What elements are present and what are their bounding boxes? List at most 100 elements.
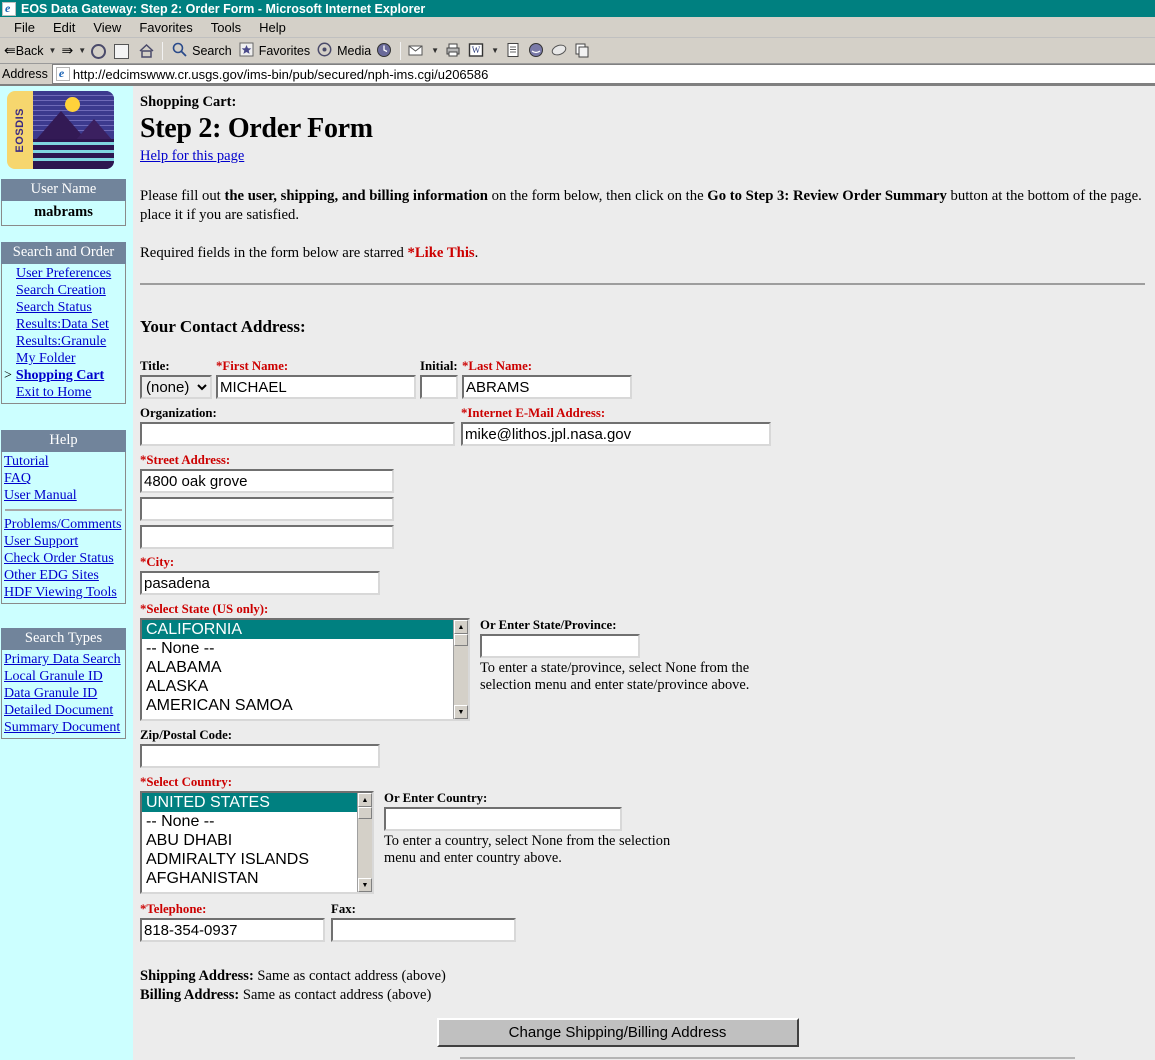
intro-bold-1: the user, shipping, and billing informat…: [224, 188, 488, 204]
help-for-this-page-link[interactable]: Help for this page: [140, 148, 244, 164]
sidebar-item-tutorial[interactable]: Tutorial: [2, 453, 125, 470]
sidebar-item-user-preferences[interactable]: User Preferences: [2, 265, 125, 282]
print-icon[interactable]: [444, 41, 463, 60]
scroll-up-icon[interactable]: ▲: [358, 793, 372, 807]
state-listbox[interactable]: CALIFORNIA -- None -- ALABAMA ALASKA AME…: [140, 618, 470, 721]
state-text-input[interactable]: [480, 634, 640, 658]
street-input-line-2[interactable]: [140, 497, 394, 521]
change-shipping-billing-address-button[interactable]: Change Shipping/Billing Address: [436, 1018, 799, 1047]
state-option-alaska[interactable]: ALASKA: [142, 677, 453, 696]
sidebar-item-problems-comments[interactable]: Problems/Comments: [2, 516, 125, 533]
first-name-input[interactable]: [216, 375, 416, 399]
search-and-order-header: Search and Order: [1, 242, 126, 264]
menu-item-view[interactable]: View: [84, 19, 130, 36]
country-listbox-scrollbar[interactable]: ▲ ▼: [357, 793, 372, 892]
address-input[interactable]: http://edcimswww.cr.usgs.gov/ims-bin/pub…: [51, 64, 1155, 84]
media-button[interactable]: Media: [312, 41, 373, 60]
sidebar-item-hdf-viewing-tools[interactable]: HDF Viewing Tools: [2, 584, 125, 601]
required-note-suffix: .: [474, 245, 479, 261]
country-option-admiralty-islands[interactable]: ADMIRALTY ISLANDS: [142, 850, 357, 869]
favorites-button[interactable]: Favorites: [234, 41, 312, 60]
organization-input[interactable]: [140, 422, 455, 446]
sidebar-item-local-granule-id[interactable]: Local Granule ID: [2, 668, 125, 685]
back-button[interactable]: ⇚ Back: [2, 42, 46, 59]
sidebar-item-detailed-document[interactable]: Detailed Document: [2, 702, 125, 719]
telephone-input[interactable]: [140, 918, 325, 942]
sidebar-item-data-granule-id[interactable]: Data Granule ID: [2, 685, 125, 702]
email-input[interactable]: [461, 422, 771, 446]
last-name-input[interactable]: [462, 375, 632, 399]
edit-word-icon[interactable]: W: [467, 41, 486, 60]
scrollbar-thumb[interactable]: [358, 807, 372, 819]
sidebar-item-search-creation[interactable]: Search Creation: [2, 282, 125, 299]
sidebar-item-shopping-cart-row[interactable]: > Shopping Cart: [2, 367, 125, 384]
country-text-input[interactable]: [384, 807, 622, 831]
document-icon[interactable]: [504, 41, 523, 60]
edit-dropdown-icon[interactable]: ▼: [488, 46, 502, 55]
state-option-american-samoa[interactable]: AMERICAN SAMOA: [142, 696, 453, 715]
country-text-label: Or Enter Country:: [384, 791, 488, 805]
initial-input[interactable]: [420, 375, 458, 399]
country-option-afghanistan[interactable]: AFGHANISTAN: [142, 869, 357, 888]
menu-item-file[interactable]: File: [5, 19, 44, 36]
sidebar-item-results-data-set[interactable]: Results:Data Set: [2, 316, 125, 333]
sidebar-item-faq[interactable]: FAQ: [2, 470, 125, 487]
state-option-none[interactable]: -- None --: [142, 639, 453, 658]
scroll-up-icon[interactable]: ▲: [454, 620, 468, 634]
sidebar-item-check-order-status[interactable]: Check Order Status: [2, 550, 125, 567]
state-option-california[interactable]: CALIFORNIA: [142, 620, 453, 639]
forward-dropdown-icon[interactable]: ▼: [75, 46, 89, 55]
email-field-group: *Internet E-Mail Address:: [461, 406, 771, 446]
country-option-abu-dhabi[interactable]: ABU DHABI: [142, 831, 357, 850]
back-dropdown-icon[interactable]: ▼: [46, 46, 60, 55]
zip-input[interactable]: [140, 744, 380, 768]
state-option-alabama[interactable]: ALABAMA: [142, 658, 453, 677]
sidebar-item-my-folder[interactable]: My Folder: [2, 350, 125, 367]
city-input[interactable]: [140, 571, 380, 595]
state-listbox-scrollbar[interactable]: ▲ ▼: [453, 620, 468, 719]
forward-arrow-icon: ⇛: [61, 42, 74, 58]
shipping-address-line: Shipping Address: Same as contact addres…: [140, 968, 446, 984]
scroll-down-icon[interactable]: ▼: [358, 878, 372, 892]
fax-input[interactable]: [331, 918, 516, 942]
city-field-group: *City:: [140, 555, 1155, 595]
street-input-line-1[interactable]: [140, 469, 394, 493]
sidebar-item-primary-data-search[interactable]: Primary Data Search: [2, 651, 125, 668]
search-button[interactable]: Search: [167, 41, 234, 60]
street-field-group: *Street Address:: [140, 453, 1155, 549]
sidebar-item-user-support[interactable]: User Support: [2, 533, 125, 550]
sidebar-item-exit-to-home[interactable]: Exit to Home: [2, 384, 125, 401]
help-links: Tutorial FAQ User Manual Problems/Commen…: [1, 452, 126, 604]
sidebar-item-summary-document[interactable]: Summary Document: [2, 719, 125, 736]
home-icon[interactable]: [137, 41, 156, 60]
title-select[interactable]: (none): [140, 375, 212, 399]
refresh-icon[interactable]: [114, 41, 133, 60]
history-icon[interactable]: [375, 41, 394, 60]
notes-icon[interactable]: [550, 41, 569, 60]
stop-icon[interactable]: [91, 41, 110, 60]
mail-dropdown-icon[interactable]: ▼: [428, 46, 442, 55]
sidebar-item-shopping-cart[interactable]: Shopping Cart: [16, 367, 104, 384]
sidebar-item-search-status[interactable]: Search Status: [2, 299, 125, 316]
menu-item-help[interactable]: Help: [250, 19, 295, 36]
country-text-field-group: Or Enter Country: To enter a country, se…: [384, 791, 674, 867]
menu-item-favorites[interactable]: Favorites: [130, 19, 201, 36]
wave-2: [33, 150, 114, 153]
menu-item-edit[interactable]: Edit: [44, 19, 84, 36]
copy-icon[interactable]: [573, 41, 592, 60]
scroll-down-icon[interactable]: ▼: [454, 705, 468, 719]
sidebar-item-user-manual[interactable]: User Manual: [2, 487, 125, 504]
country-option-none[interactable]: -- None --: [142, 812, 357, 831]
city-label: *City:: [140, 555, 175, 569]
menu-item-tools[interactable]: Tools: [202, 19, 250, 36]
street-input-line-3[interactable]: [140, 525, 394, 549]
forward-button[interactable]: ⇛: [59, 42, 75, 59]
mail-icon[interactable]: [407, 41, 426, 60]
country-option-united-states[interactable]: UNITED STATES: [142, 793, 357, 812]
country-listbox[interactable]: UNITED STATES -- None -- ABU DHABI ADMIR…: [140, 791, 374, 894]
sidebar-item-results-granule[interactable]: Results:Granule: [2, 333, 125, 350]
sidebar-item-other-edg-sites[interactable]: Other EDG Sites: [2, 567, 125, 584]
country-help-text: To enter a country, select None from the…: [384, 833, 671, 866]
scrollbar-thumb[interactable]: [454, 634, 468, 646]
messenger-icon[interactable]: [527, 41, 546, 60]
